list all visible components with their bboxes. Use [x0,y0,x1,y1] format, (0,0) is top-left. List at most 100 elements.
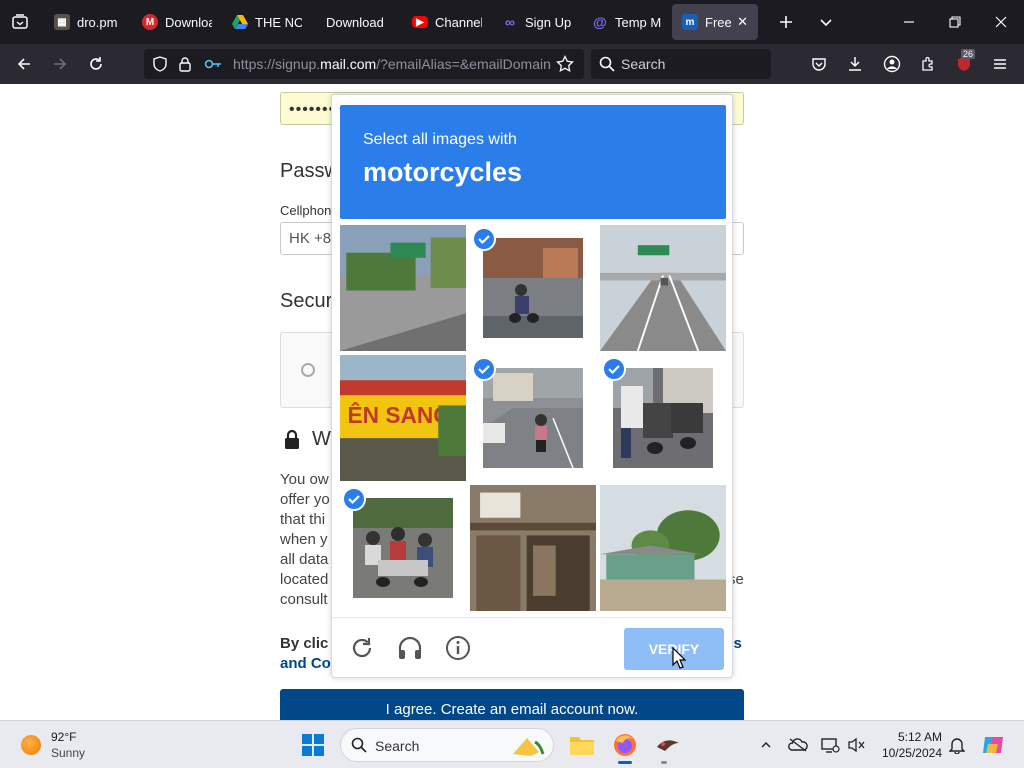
tab-label: dro.pm [77,14,118,30]
sunny-weather-icon[interactable] [21,735,41,755]
captcha-spinner-icon [301,363,315,377]
image-tile-crowd-with-scooters[interactable] [340,485,466,611]
permissions-key-icon[interactable] [204,57,222,76]
dro-pm-favicon: ▦ [54,14,70,30]
notifications-bell-icon[interactable] [947,735,967,755]
tab-temp-mail[interactable]: @ Temp M [582,4,672,40]
image-tile-shop-front[interactable] [470,485,596,611]
image-tile-storefront-sign[interactable]: ÊN SANG [340,355,466,481]
storefront-sign-image: ÊN SANG [340,355,466,481]
address-bar[interactable]: https://signup.mail.com/?emailAlias=&ema… [144,49,584,79]
mega-favicon: M [142,14,158,30]
firefox-icon[interactable] [611,731,639,759]
info-circle-icon[interactable] [443,633,473,663]
selected-check-icon [342,487,366,511]
audio-challenge-headphones-icon[interactable] [395,633,425,663]
sign-up-favicon: ∞ [505,14,515,30]
terms-prefix: By clic [280,635,329,652]
downloads-icon[interactable] [843,52,867,76]
svg-text:ÊN SANG: ÊN SANG [348,402,451,428]
footer-divider [332,617,732,618]
url-text[interactable]: https://signup.mail.com/?emailAlias=&ema… [233,56,553,72]
onedrive-icon[interactable] [788,735,808,755]
taskbar-search-box[interactable]: Search [340,728,554,762]
app-icon[interactable] [654,731,682,759]
warning-heading: W [312,428,331,450]
back-icon[interactable] [12,52,36,76]
temp-mail-favicon: @ [593,14,607,30]
tab-bar: ▦ dro.pm M Downloa THE NOI Download ▶ Ch… [0,0,1024,44]
image-tile-highway[interactable] [600,225,726,351]
file-explorer-icon[interactable] [568,731,596,759]
create-account-button[interactable]: I agree. Create an email account now. [280,689,744,720]
navigation-bar: https://signup.mail.com/?emailAlias=&ema… [0,44,1024,84]
image-tile-motorcycle-rider[interactable] [470,225,596,351]
forward-icon[interactable] [48,52,72,76]
windows-start-icon[interactable] [301,733,325,757]
tab-mega-download[interactable]: M Downloa [132,4,222,40]
tab-sign-up[interactable]: ∞ Sign Up [492,4,582,40]
extensions-puzzle-icon[interactable] [916,52,940,76]
selected-check-icon [472,357,496,381]
tab-label: Temp M [615,14,662,30]
motorcycle-rider-image [483,238,583,338]
weather-temperature[interactable]: 92°F [51,730,76,744]
network-icon[interactable] [820,735,840,755]
prompt-instruction: Select all images with [363,131,517,148]
extension-badge: 26 [961,49,976,59]
minimize-icon[interactable] [894,8,924,36]
tab-download[interactable]: Download [312,4,402,40]
firefox-running-indicator [618,761,632,764]
image-tile-houses-with-trees[interactable] [600,485,726,611]
new-tab-icon[interactable] [774,10,798,34]
security-heading: Secur [280,290,333,312]
tab-label: Downloa [165,14,212,30]
url-domain: mail.com [320,56,377,72]
tab-strip: ▦ dro.pm M Downloa THE NOI Download ▶ Ch… [44,4,758,40]
ublock-extension-icon[interactable]: 26 [952,49,976,76]
url-prefix: https://signup. [233,56,321,72]
search-icon [351,737,367,758]
tab-overview-icon[interactable] [6,8,34,36]
show-hidden-icons-chevron-icon[interactable] [756,735,776,755]
search-bar[interactable]: Search [591,49,771,79]
bookmark-star-icon[interactable] [556,54,574,78]
close-window-icon[interactable] [986,8,1016,36]
selected-check-icon [472,227,496,251]
lock-icon[interactable] [178,56,192,77]
tab-label: Free W [705,14,732,30]
tab-youtube-channel[interactable]: ▶ Channel [402,4,492,40]
clock-date: 10/25/2024 [881,746,942,760]
list-all-tabs-icon[interactable] [814,10,838,34]
copilot-icon[interactable] [980,732,1006,758]
tab-label: Sign Up [525,14,572,30]
crowd-with-scooters-image [353,498,453,598]
search-placeholder: Search [621,56,666,72]
tab-label: Download [326,14,384,30]
volume-muted-icon[interactable] [846,735,866,755]
image-tile-scooter-rider[interactable] [470,355,596,481]
refresh-challenge-icon[interactable] [347,633,377,663]
parked-motorcycles-image [613,368,713,468]
hcaptcha-challenge: Select all images with motorcycles ÊN SA… [331,94,733,678]
tracking-protection-shield-icon[interactable] [152,56,168,77]
terms-link-text: and Co [280,655,331,672]
account-icon[interactable] [880,52,904,76]
restore-icon[interactable] [940,8,970,36]
shop-front-image [470,485,596,611]
close-tab-icon[interactable]: ✕ [737,14,748,30]
app-running-indicator [661,761,667,764]
taskbar-search-label: Search [375,738,420,754]
tab-google-drive[interactable]: THE NOI [222,4,312,40]
system-clock[interactable]: 5:12 AM 10/25/2024 [872,729,942,761]
image-tile-roadside-shop[interactable] [340,225,466,351]
weather-description[interactable]: Sunny [51,746,85,760]
reload-icon[interactable] [84,52,108,76]
menu-hamburger-icon[interactable] [988,52,1012,76]
pocket-icon[interactable] [807,52,831,76]
tab-dro-pm[interactable]: ▦ dro.pm [44,4,132,40]
image-tile-parked-motorcycles[interactable] [600,355,726,481]
tab-label: Channel [435,14,482,30]
tab-free-webmail[interactable]: m Free W ✕ [672,4,758,40]
youtube-favicon: ▶ [412,16,428,28]
